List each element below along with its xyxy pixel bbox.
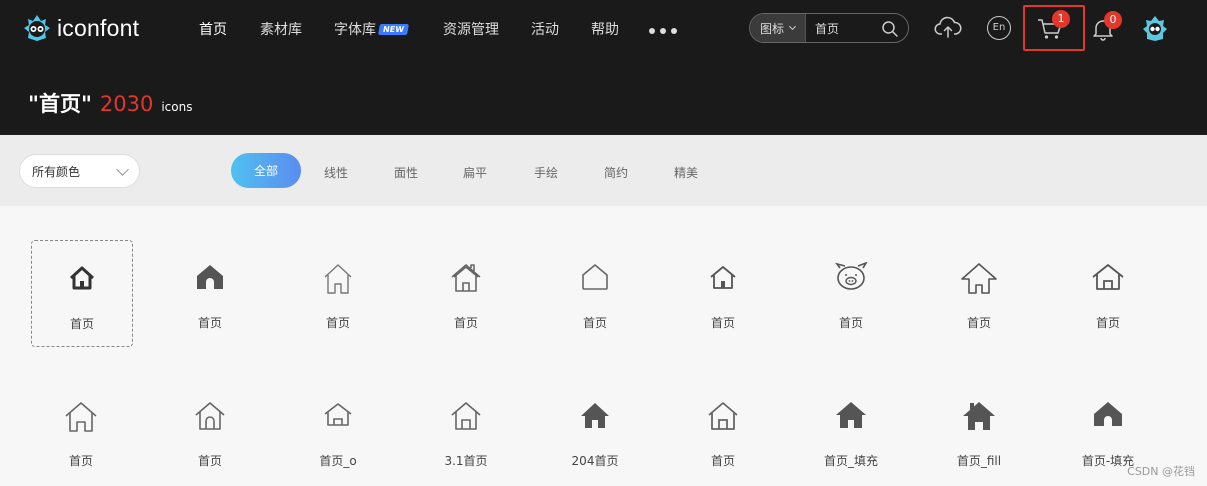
nav-fonts[interactable]: 字体库 NEW [334, 19, 409, 39]
iconfont-logo-icon [24, 15, 50, 41]
color-filter-select[interactable]: 所有颜色 [19, 154, 140, 188]
home-outline-bold-icon [69, 266, 95, 290]
tab-filled[interactable]: 面性 [394, 164, 418, 181]
tab-all[interactable]: 全部 [231, 153, 301, 188]
icon-card[interactable]: 首页 [416, 240, 516, 346]
home-outline-thin-icon [324, 264, 352, 294]
icon-grid: 首页 首页 首页 首页 首页 首页 首页 首页 首页 首页 首页 首页_o 3.… [0, 206, 1207, 486]
filter-bar: 所有颜色 全部 线性 面性 扁平 手绘 简约 精美 [0, 135, 1207, 206]
icon-card[interactable]: 首页 [160, 378, 260, 484]
more-menu-button[interactable] [649, 28, 677, 34]
icon-label: 首页 [966, 316, 991, 330]
logo-text: iconfont [57, 14, 140, 41]
tab-simple[interactable]: 简约 [604, 164, 628, 181]
icon-card[interactable]: 首页 [160, 240, 260, 346]
nav-resources[interactable]: 资源管理 [443, 19, 499, 39]
result-count: 2030 [99, 92, 154, 116]
icon-card[interactable]: 首页 [929, 240, 1029, 346]
nav-home[interactable]: 首页 [199, 19, 227, 39]
icon-card[interactable]: 首页_o [288, 378, 388, 484]
icon-label: 首页_填充 [823, 454, 878, 468]
icon-card[interactable]: 首页_填充 [801, 378, 901, 484]
pig-face-icon [835, 262, 868, 290]
search-type-select[interactable]: 图标 [750, 14, 806, 42]
language-toggle[interactable]: En [987, 16, 1011, 40]
nav-activity[interactable]: 活动 [531, 19, 559, 39]
icon-card[interactable]: 首页 [673, 378, 773, 484]
nav-help[interactable]: 帮助 [591, 19, 619, 39]
icon-card[interactable]: 首页 [801, 240, 901, 346]
notification-count-badge: 0 [1104, 11, 1122, 29]
icon-label: 首页 [68, 454, 93, 468]
icon-label: 204首页 [571, 454, 619, 468]
home-rounded-outline-icon [582, 264, 608, 290]
home-flat-outline-icon [324, 403, 352, 426]
icon-label: 首页 [453, 316, 478, 330]
icon-card[interactable]: 204首页 [545, 378, 645, 484]
tab-linear[interactable]: 线性 [324, 164, 348, 181]
nav-fonts-label: 字体库 [334, 22, 376, 38]
nav-materials[interactable]: 素材库 [260, 19, 302, 39]
top-header: iconfont 首页 素材库 字体库 NEW 资源管理 活动 帮助 图标 首页… [0, 0, 1207, 135]
home-line-alt-icon [451, 402, 481, 430]
icon-label: 首页 [325, 316, 350, 330]
search-box: 图标 [749, 13, 909, 43]
icon-label: 首页_o [319, 454, 357, 468]
icon-label: 3.1首页 [444, 454, 488, 468]
icon-card[interactable]: 首页 [31, 378, 131, 484]
search-icon[interactable] [881, 20, 899, 38]
icon-card[interactable]: 首页 [288, 240, 388, 346]
tab-flat[interactable]: 扁平 [463, 164, 487, 181]
icon-label: 首页 [69, 317, 94, 331]
home-line-rounded-icon [195, 402, 225, 430]
home-arrow-outline-icon [961, 263, 997, 294]
icon-card[interactable]: 3.1首页 [416, 378, 516, 484]
watermark: CSDN @花铛 [1127, 465, 1195, 478]
icon-card[interactable]: 首页 [545, 240, 645, 346]
home-chimney-icon [451, 264, 481, 292]
icon-label: 首页 [710, 454, 735, 468]
chevron-down-icon [788, 22, 797, 31]
language-label: En [992, 22, 1006, 33]
home-small-outline-icon [710, 266, 736, 289]
new-badge: NEW [378, 24, 409, 35]
icon-label: 首页 [197, 316, 222, 330]
tab-exquisite[interactable]: 精美 [674, 164, 698, 181]
home-solid-arch-icon [1094, 402, 1122, 426]
icon-label: 首页 [582, 316, 607, 330]
upload-cloud-icon[interactable] [934, 15, 962, 41]
chevron-down-icon [116, 163, 129, 176]
icon-label: 首页 [710, 316, 735, 330]
icon-card[interactable]: 首页 [31, 240, 133, 347]
cart-count-badge: 1 [1052, 10, 1070, 28]
home-solid-wide-icon [836, 402, 866, 428]
icon-label: 首页 [197, 454, 222, 468]
search-type-label: 图标 [759, 21, 784, 36]
search-query-title: "首页" [28, 92, 92, 116]
icon-card[interactable]: 首页 [1058, 240, 1158, 346]
search-input[interactable] [815, 21, 885, 35]
icon-label: 首页_fill [956, 454, 1002, 468]
icon-label: 首页 [838, 316, 863, 330]
avatar[interactable] [1142, 14, 1168, 42]
home-filled-icon [197, 265, 223, 289]
result-unit: icons [161, 100, 193, 114]
logo[interactable]: iconfont [22, 13, 139, 43]
home-solid-icon [581, 403, 609, 428]
home-line-icon [65, 402, 97, 432]
icon-card[interactable]: 首页_fill [929, 378, 1029, 484]
icon-label: 首页 [1095, 316, 1120, 330]
iconfont-search-page: iconfont 首页 素材库 字体库 NEW 资源管理 活动 帮助 图标 首页… [0, 0, 1207, 486]
color-filter-label: 所有颜色 [32, 164, 81, 179]
home-door-outline-alt-icon [708, 402, 738, 430]
page-title: "首页" 2030 icons [28, 88, 192, 118]
home-chimney-solid-icon [963, 402, 995, 430]
home-door-outline-icon [1092, 264, 1124, 290]
tab-hand-drawn[interactable]: 手绘 [534, 164, 558, 181]
icon-card[interactable]: 首页 [673, 240, 773, 346]
